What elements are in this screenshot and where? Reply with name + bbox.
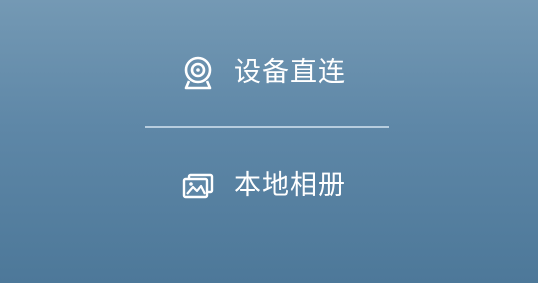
device-direct-connect-button[interactable]: 设备直连 [180,53,346,93]
device-direct-connect-label: 设备直连 [234,57,346,88]
photo-album-icon [180,168,216,204]
menu-panel: 设备直连 本地相册 [0,0,538,283]
local-album-button[interactable]: 本地相册 [180,166,346,206]
menu-divider [145,126,389,128]
webcam-icon [180,55,216,91]
local-album-label: 本地相册 [234,170,346,201]
